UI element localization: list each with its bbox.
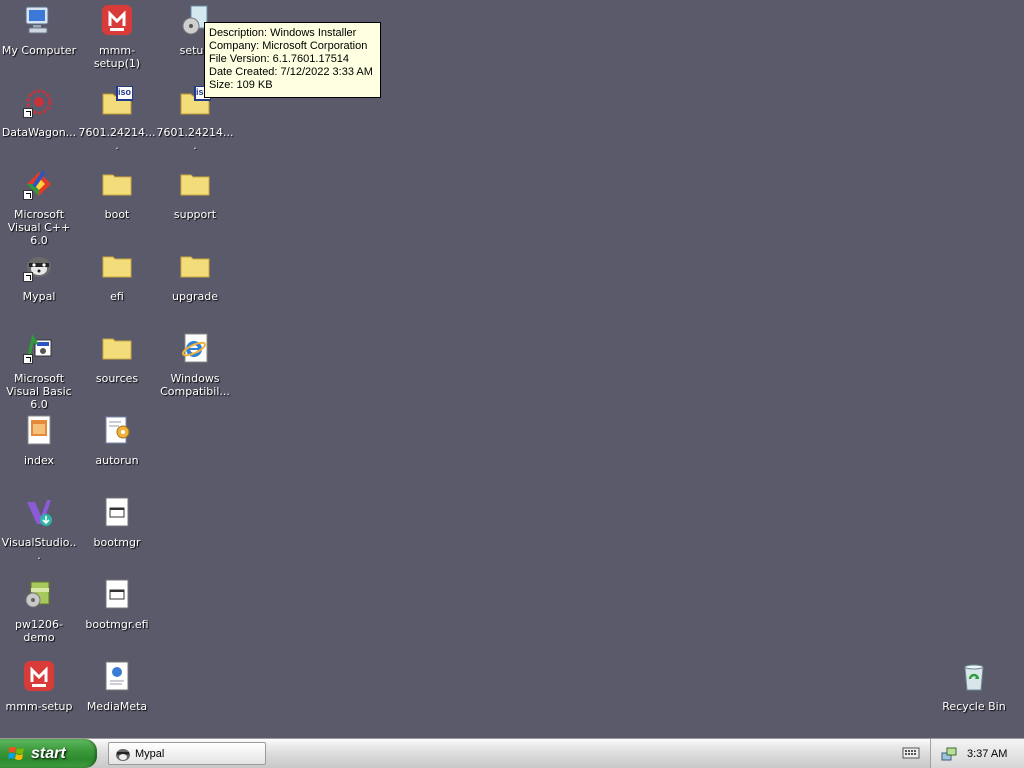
desktop-icon-sources[interactable]: sources <box>78 330 156 404</box>
desktop-icon-upgrade[interactable]: upgrade <box>156 248 234 322</box>
icon-label: Microsoft Visual Basic 6.0 <box>6 372 72 411</box>
icon-label: bootmgr.efi <box>85 618 149 631</box>
desktop-icon-datawagon[interactable]: DataWagon... <box>0 84 78 158</box>
autorun-settings-icon <box>101 414 133 446</box>
network-icon[interactable] <box>941 746 957 762</box>
shortcut-arrow-icon <box>23 272 33 282</box>
windows-logo-icon <box>8 745 26 763</box>
desktop-icon-pw1206-demo[interactable]: pw1206-demo <box>0 576 78 650</box>
mmm-app-icon <box>101 4 133 36</box>
icon-label: mmm-setup <box>5 700 73 713</box>
icon-label: My Computer <box>1 44 77 57</box>
desktop-icon-bootmgr-efi[interactable]: bootmgr.efi <box>78 576 156 650</box>
desktop-icon-boot[interactable]: boot <box>78 166 156 240</box>
internet-explorer-icon <box>179 332 211 364</box>
desktop-icon-mmm-setup-1[interactable]: mmm-setup(1) <box>78 2 156 76</box>
computer-icon <box>23 4 55 36</box>
desktop-icon-mediameta[interactable]: MediaMeta <box>78 658 156 732</box>
visual-cpp-icon <box>23 168 55 200</box>
desktop-icon-recycle-bin[interactable]: Recycle Bin <box>935 658 1013 732</box>
system-file-icon <box>101 496 133 528</box>
folder-icon <box>101 168 133 200</box>
desktop-icon-support[interactable]: support <box>156 166 234 240</box>
datawagon-icon <box>23 86 55 118</box>
tooltip-file-version: File Version: 6.1.7601.17514 <box>209 53 350 65</box>
icon-label: boot <box>104 208 130 221</box>
desktop-icon-iso-1[interactable]: iso 7601.24214.... <box>78 84 156 158</box>
icon-label: sources <box>95 372 139 385</box>
icon-label: mmm-setup(1) <box>93 44 141 70</box>
icon-label: index <box>23 454 55 467</box>
iso-file-icon: iso <box>101 85 134 118</box>
desktop-icon-my-computer[interactable]: My Computer <box>0 2 78 76</box>
icon-label: 7601.24214.... <box>78 126 156 152</box>
recycle-bin-icon <box>958 660 990 692</box>
visual-studio-installer-icon <box>23 496 55 528</box>
folder-icon <box>179 250 211 282</box>
desktop-icon-autorun[interactable]: autorun <box>78 412 156 486</box>
icon-label: efi <box>110 290 124 303</box>
desktop-icon-efi[interactable]: efi <box>78 248 156 322</box>
tooltip-date-created: Date Created: 7/12/2022 3:33 AM <box>209 66 373 78</box>
icon-label: Microsoft Visual C++ 6.0 <box>7 208 71 247</box>
desktop-icon-bootmgr[interactable]: bootmgr <box>78 494 156 568</box>
iso-badge: iso <box>118 87 132 97</box>
tooltip-size: Size: 109 KB <box>209 79 273 91</box>
folder-icon <box>101 250 133 282</box>
desktop-icon-microsoft-visual-basic[interactable]: Microsoft Visual Basic 6.0 <box>0 330 78 411</box>
tooltip-company: Company: Microsoft Corporation <box>209 40 368 52</box>
keyboard-icon[interactable] <box>902 746 920 760</box>
visual-basic-icon <box>23 332 55 364</box>
start-label: start <box>31 744 66 762</box>
file-info-tooltip: Description: Windows Installer Company: … <box>204 22 381 98</box>
desktop-icon-microsoft-visual-cpp[interactable]: Microsoft Visual C++ 6.0 <box>0 166 78 247</box>
taskbar-item-mypal[interactable]: Mypal <box>108 742 266 765</box>
mypal-raccoon-icon <box>23 250 55 282</box>
icon-label: upgrade <box>172 290 218 303</box>
web-document-icon <box>101 660 133 692</box>
icon-label: MediaMeta <box>86 700 148 713</box>
mmm-app-icon <box>23 660 55 692</box>
icon-label: Windows Compatibil... <box>160 372 230 398</box>
icon-label: bootmgr <box>93 536 141 549</box>
installer-package-icon <box>23 578 55 610</box>
desktop-icon-windows-compatibility[interactable]: Windows Compatibil... <box>156 330 234 404</box>
desktop-icon-index[interactable]: index <box>0 412 78 486</box>
shortcut-arrow-icon <box>23 108 33 118</box>
icon-label: VisualStudio... <box>1 536 77 562</box>
clock[interactable]: 3:37 AM <box>967 748 1007 760</box>
desktop-icon-visualstudio[interactable]: VisualStudio... <box>0 494 78 568</box>
desktop-icon-mypal[interactable]: Mypal <box>0 248 78 322</box>
desktop[interactable]: My Computer DataWagon... Microsoft Visua… <box>0 0 1024 738</box>
icon-label: autorun <box>95 454 139 467</box>
shortcut-arrow-icon <box>23 190 33 200</box>
desktop-icon-mmm-setup[interactable]: mmm-setup <box>0 658 78 732</box>
shortcut-arrow-icon <box>23 354 33 364</box>
start-button[interactable]: start <box>0 739 97 768</box>
document-image-icon <box>23 414 55 446</box>
taskbar: start Mypal 3:37 AM <box>0 738 1024 768</box>
taskbar-item-label: Mypal <box>135 747 165 760</box>
icon-label: Recycle Bin <box>942 700 1006 713</box>
system-file-icon <box>101 578 133 610</box>
icon-label: pw1206-demo <box>15 618 63 644</box>
icon-label: DataWagon... <box>1 126 77 139</box>
mypal-raccoon-icon <box>115 746 131 762</box>
tooltip-description: Description: Windows Installer <box>209 27 357 39</box>
icon-label: 7601.24214.... <box>156 126 234 152</box>
icon-label: support <box>173 208 217 221</box>
folder-icon <box>179 168 211 200</box>
folder-icon <box>101 332 133 364</box>
system-tray: 3:37 AM <box>930 739 1024 768</box>
icon-label: Mypal <box>22 290 56 303</box>
